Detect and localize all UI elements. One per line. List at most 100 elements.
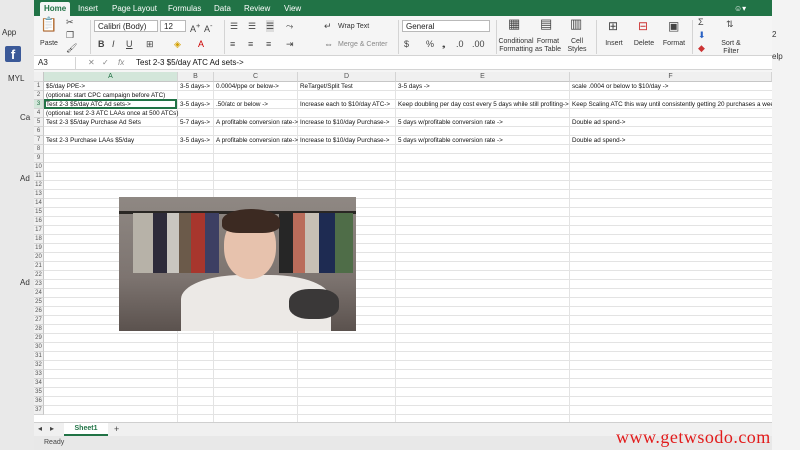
decrease-font-icon[interactable]: A- xyxy=(204,20,213,35)
cell-d3[interactable]: Increase each to $10/day ATC-> xyxy=(298,100,390,109)
comma-icon[interactable]: ❟ xyxy=(442,38,446,50)
fill-icon[interactable]: ⬇ xyxy=(698,29,706,41)
indent-icon[interactable]: ⇥ xyxy=(286,38,294,50)
cell-b3[interactable]: 3-5 days-> xyxy=(178,100,210,109)
cell-styles-icon[interactable]: ▥ xyxy=(570,17,582,30)
row-header[interactable]: 34 xyxy=(34,379,44,388)
column-header-b[interactable]: B xyxy=(178,72,214,82)
row-header[interactable]: 27 xyxy=(34,316,44,325)
conditional-formatting-button[interactable]: Conditional Formatting xyxy=(498,38,534,54)
cell-e1[interactable]: 3-5 days -> xyxy=(396,82,430,91)
cell-a7[interactable]: Test 2-3 Purchase LAAs $5/day xyxy=(44,136,134,145)
row-header[interactable]: 11 xyxy=(34,172,44,181)
row-header[interactable]: 25 xyxy=(34,298,44,307)
delete-cells-button[interactable]: Delete xyxy=(630,40,658,48)
align-center-icon[interactable]: ≡ xyxy=(248,38,253,50)
row-header[interactable]: 3 xyxy=(34,100,44,109)
cell-a1[interactable]: $5/day PPE-> xyxy=(44,82,85,91)
column-header-e[interactable]: E xyxy=(396,72,570,82)
align-right-icon[interactable]: ≡ xyxy=(266,38,271,50)
row-header[interactable]: 18 xyxy=(34,235,44,244)
currency-icon[interactable]: $ xyxy=(404,38,409,50)
cut-icon[interactable]: ✂ xyxy=(66,16,74,28)
cell-d1[interactable]: ReTarget/Split Test xyxy=(298,82,353,91)
cancel-icon[interactable]: ✕ xyxy=(88,57,95,69)
row-header[interactable]: 28 xyxy=(34,325,44,334)
row-header[interactable]: 6 xyxy=(34,127,44,136)
increase-decimal-icon[interactable]: .0 xyxy=(456,38,464,50)
cell-d5[interactable]: Increase to $10/day Purchase-> xyxy=(298,118,389,127)
copy-icon[interactable]: ❐ xyxy=(66,29,74,41)
merge-center-button[interactable]: Merge & Center xyxy=(338,41,394,49)
cell-d7[interactable]: Increase to $10/day Purchase-> xyxy=(298,136,389,145)
sort-filter-button[interactable]: Sort & Filter xyxy=(716,40,746,56)
row-header[interactable]: 15 xyxy=(34,208,44,217)
align-top-icon[interactable]: ☰ xyxy=(230,20,238,32)
row-header[interactable]: 37 xyxy=(34,406,44,415)
cell-e5[interactable]: 5 days w/profitable conversion rate -> xyxy=(396,118,503,127)
align-bottom-icon[interactable]: ☰ xyxy=(266,20,275,32)
cell-c7[interactable]: A profitable conversion rate-> xyxy=(214,136,298,145)
underline-icon[interactable]: U xyxy=(126,38,133,50)
cell-styles-button[interactable]: Cell Styles xyxy=(564,38,590,54)
row-header[interactable]: 33 xyxy=(34,370,44,379)
cell-e7[interactable]: 5 days w/profitable conversion rate -> xyxy=(396,136,503,145)
row-header[interactable]: 20 xyxy=(34,253,44,262)
fill-color-icon[interactable]: ◈ xyxy=(174,38,181,50)
row-header[interactable]: 5 xyxy=(34,118,44,127)
row-header[interactable]: 2 xyxy=(34,91,44,100)
row-header[interactable]: 19 xyxy=(34,244,44,253)
row-header[interactable]: 7 xyxy=(34,136,44,145)
row-header[interactable]: 17 xyxy=(34,226,44,235)
row-header[interactable]: 13 xyxy=(34,190,44,199)
cell-f1[interactable]: scale .0004 or below to $10/day -> xyxy=(570,82,668,91)
next-sheet-icon[interactable]: ▸ xyxy=(50,423,54,435)
column-header-d[interactable]: D xyxy=(298,72,396,82)
cell-f3[interactable]: Keep Scaling ATC this way until consiste… xyxy=(570,100,772,109)
prev-sheet-icon[interactable]: ◂ xyxy=(38,423,42,435)
autosum-icon[interactable]: Σ xyxy=(698,16,704,28)
merge-icon[interactable]: ⇔ xyxy=(324,38,333,50)
row-header[interactable]: 30 xyxy=(34,343,44,352)
row-header[interactable]: 23 xyxy=(34,280,44,289)
font-color-icon[interactable]: A xyxy=(198,38,204,50)
insert-cells-icon[interactable]: ⊞ xyxy=(608,20,618,32)
row-header[interactable]: 31 xyxy=(34,352,44,361)
number-format-select[interactable]: General xyxy=(402,20,490,32)
cell-b7[interactable]: 3-5 days-> xyxy=(178,136,210,145)
name-box[interactable]: A3 xyxy=(36,57,76,69)
cell-c3[interactable]: .50/atc or below -> xyxy=(214,100,268,109)
font-size-select[interactable]: 12 xyxy=(160,20,186,32)
row-header[interactable]: 10 xyxy=(34,163,44,172)
borders-icon[interactable]: ⊞ xyxy=(146,38,154,50)
insert-cells-button[interactable]: Insert xyxy=(600,40,628,48)
conditional-formatting-icon[interactable]: ▦ xyxy=(508,17,520,30)
sort-filter-icon[interactable]: ⇅ xyxy=(726,18,734,30)
wrap-text-button[interactable]: Wrap Text xyxy=(338,23,378,31)
row-header[interactable]: 24 xyxy=(34,289,44,298)
add-sheet-button[interactable]: + xyxy=(114,423,119,435)
sheet-tab-sheet1[interactable]: Sheet1 xyxy=(64,423,108,436)
row-header[interactable]: 16 xyxy=(34,217,44,226)
cell-f7[interactable]: Double ad spend-> xyxy=(570,136,625,145)
column-header-a[interactable]: A xyxy=(44,72,178,82)
bold-icon[interactable]: B xyxy=(98,38,105,50)
cell-b5[interactable]: 5-7 days-> xyxy=(178,118,210,127)
delete-cells-icon[interactable]: ⊟ xyxy=(638,20,648,32)
format-cells-button[interactable]: Format xyxy=(660,40,688,48)
percent-icon[interactable]: % xyxy=(426,38,434,50)
facebook-icon[interactable]: f xyxy=(5,46,21,62)
row-header[interactable]: 4 xyxy=(34,109,44,118)
font-name-select[interactable]: Calibri (Body) xyxy=(94,20,158,32)
format-painter-icon[interactable]: 🖌 xyxy=(66,42,77,54)
cell-a5[interactable]: Test 2-3 $5/day Purchase Ad Sets xyxy=(44,118,141,127)
clear-icon[interactable]: ◆ xyxy=(698,42,705,54)
row-header[interactable]: 29 xyxy=(34,334,44,343)
cell-a4[interactable]: (optional: test 2-3 ATC LAAs once at 500… xyxy=(44,109,178,118)
tab-data[interactable]: Data xyxy=(210,2,235,16)
select-all-corner[interactable] xyxy=(34,72,44,82)
row-header[interactable]: 35 xyxy=(34,388,44,397)
increase-font-icon[interactable]: A+ xyxy=(190,20,200,35)
row-header[interactable]: 12 xyxy=(34,181,44,190)
row-header[interactable]: 8 xyxy=(34,145,44,154)
